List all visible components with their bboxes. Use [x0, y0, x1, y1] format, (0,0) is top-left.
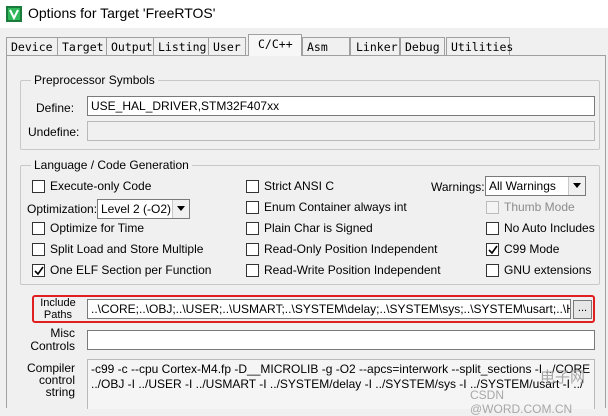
language-legend: Language / Code Generation: [31, 158, 192, 172]
checkmark-icon: [488, 245, 498, 255]
title-bar: Options for Target 'FreeRTOS': [0, 0, 608, 28]
checkmark-icon: [34, 266, 44, 276]
gnu-extensions-label: GNU extensions: [504, 263, 592, 277]
readonly-pi-checkbox[interactable]: [246, 243, 259, 256]
readwrite-pi-label: Read-Write Position Independent: [264, 263, 441, 277]
warnings-label: Warnings:: [431, 180, 485, 194]
no-auto-includes-label: No Auto Includes: [504, 221, 595, 235]
misc-controls-label: Misc Controls: [30, 326, 75, 353]
tab-device[interactable]: Device: [6, 37, 58, 55]
tab-linker[interactable]: Linker: [350, 37, 400, 55]
tab-debug[interactable]: Debug: [400, 37, 445, 55]
c99-mode-label: C99 Mode: [504, 242, 560, 256]
readonly-pi-label: Read-Only Position Independent: [264, 242, 438, 256]
window-title: Options for Target 'FreeRTOS': [28, 5, 216, 21]
no-auto-includes-checkbox[interactable]: [486, 222, 499, 235]
chevron-down-icon: [573, 183, 581, 188]
tab-target[interactable]: Target: [57, 37, 109, 55]
strict-ansi-label: Strict ANSI C: [264, 179, 335, 193]
warnings-value: All Warnings: [489, 179, 556, 193]
enum-container-checkbox[interactable]: [246, 201, 259, 214]
tab-listing[interactable]: Listing: [153, 37, 212, 55]
split-load-checkbox[interactable]: [32, 243, 45, 256]
optimize-time-checkbox[interactable]: [32, 222, 45, 235]
tab-utilities[interactable]: Utilities: [446, 37, 513, 55]
chevron-down-icon: [177, 206, 185, 211]
undefine-input[interactable]: [87, 121, 595, 141]
c99-mode-checkbox[interactable]: [486, 243, 499, 256]
split-load-label: Split Load and Store Multiple: [50, 242, 204, 256]
optimization-select[interactable]: Level 2 (-O2): [97, 199, 190, 219]
preprocessor-legend: Preprocessor Symbols: [31, 73, 158, 87]
tab-user[interactable]: User: [208, 37, 246, 55]
misc-controls-input[interactable]: [87, 330, 595, 350]
optimization-label: Optimization:: [27, 202, 98, 216]
execute-only-label: Execute-only Code: [50, 179, 152, 193]
execute-only-checkbox[interactable]: [32, 180, 45, 193]
readwrite-pi-checkbox[interactable]: [246, 264, 259, 277]
tab-asm[interactable]: Asm: [302, 37, 350, 55]
include-paths-highlight: [32, 295, 595, 323]
plain-char-checkbox[interactable]: [246, 222, 259, 235]
one-elf-checkbox[interactable]: [32, 264, 45, 277]
watermark-text: CSDN @WORD.COM.CN: [470, 388, 573, 416]
define-label: Define:: [36, 101, 75, 115]
compiler-line-1: -c99 -c --cpu Cortex-M4.fp -D__MICROLIB …: [91, 362, 595, 376]
one-elf-label: One ELF Section per Function: [50, 263, 212, 277]
c-cpp-panel: Preprocessor Symbols Define: USE_HAL_DRI…: [6, 55, 606, 409]
tab-strip: Device Target Output Listing User C/C++ …: [6, 34, 606, 56]
thumb-mode-checkbox[interactable]: [486, 201, 499, 214]
tab-output[interactable]: Output: [106, 37, 158, 55]
warnings-select[interactable]: All Warnings: [485, 176, 586, 196]
gnu-extensions-checkbox[interactable]: [486, 264, 499, 277]
optimize-time-label: Optimize for Time: [50, 221, 145, 235]
enum-container-label: Enum Container always int: [264, 200, 407, 214]
keil-uvision-icon: [6, 6, 22, 22]
tab-c-cpp[interactable]: C/C++: [248, 34, 302, 56]
thumb-mode-label: Thumb Mode: [504, 200, 575, 214]
undefine-label: Undefine:: [28, 125, 80, 139]
plain-char-label: Plain Char is Signed: [264, 221, 373, 235]
strict-ansi-checkbox[interactable]: [246, 180, 259, 193]
define-input[interactable]: USE_HAL_DRIVER,STM32F407xx: [87, 96, 595, 116]
compiler-control-label: Compiler control string: [26, 361, 75, 399]
optimization-value: Level 2 (-O2): [101, 202, 172, 216]
watermark-logo: 电子网: [540, 369, 586, 386]
